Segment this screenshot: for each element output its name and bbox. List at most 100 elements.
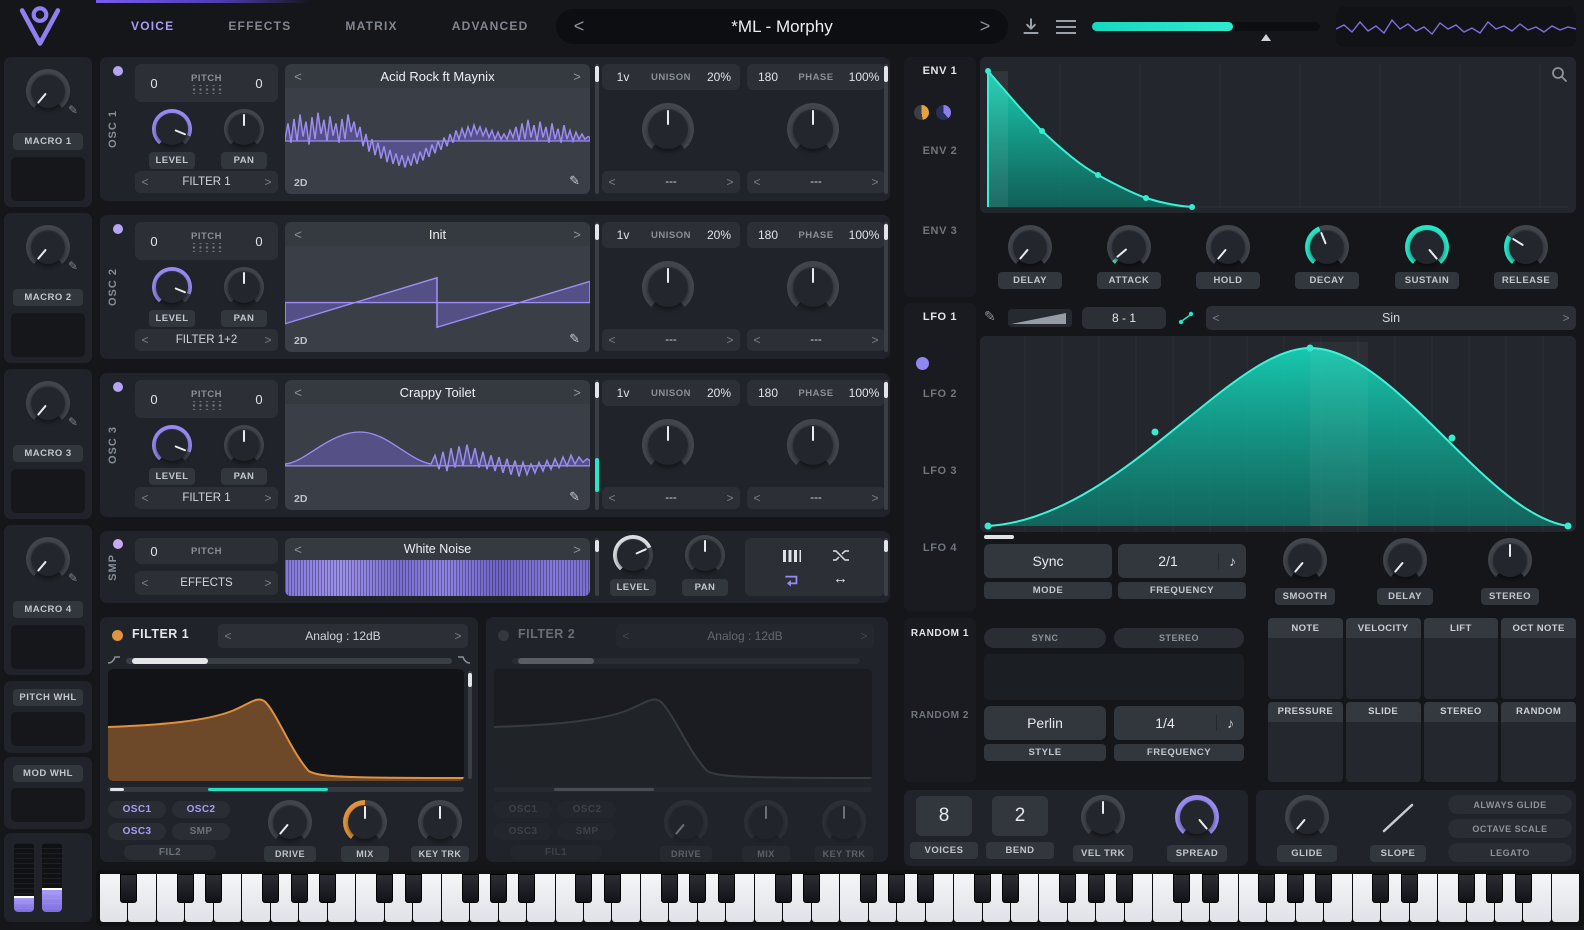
osc-1-pan-knob[interactable]	[224, 109, 264, 149]
osc-1-transpose[interactable]: 0	[135, 76, 173, 91]
filter-2-input-osc3[interactable]: OSC3	[494, 823, 552, 840]
loop-icon[interactable]	[782, 572, 802, 588]
random-stereo-toggle[interactable]: STEREO	[1114, 628, 1244, 648]
piano-key-black[interactable]	[888, 874, 906, 903]
lfo-smooth-knob[interactable]	[1283, 538, 1327, 582]
piano-key-black[interactable]	[205, 874, 223, 903]
osc-1-unison-detune[interactable]: 20%	[698, 70, 740, 84]
filter-1-input-osc3[interactable]: OSC3	[108, 823, 166, 840]
osc-1-phase-value[interactable]: 180	[747, 70, 789, 84]
volume-slider[interactable]	[1092, 22, 1320, 31]
osc-3-filter-route-selector[interactable]: < FILTER 1 >	[135, 487, 278, 509]
voices-value-box[interactable]: 8	[916, 796, 972, 836]
osc-1-tune[interactable]: 0	[240, 76, 278, 91]
piano-key-black[interactable]	[916, 874, 934, 903]
lfo-1-source-handle[interactable]	[916, 357, 929, 370]
always-glide-toggle[interactable]: ALWAYS GLIDE	[1448, 795, 1572, 814]
piano-key-black[interactable]	[717, 874, 735, 903]
osc-2-tune[interactable]: 0	[240, 234, 278, 249]
osc-3-phase-rand[interactable]: 100%	[843, 386, 885, 400]
shuffle-icon[interactable]	[831, 548, 851, 564]
env-sustain-knob[interactable]	[1405, 225, 1449, 269]
smp-sample-name[interactable]: White Noise	[311, 542, 564, 556]
piano-key-black[interactable]	[1116, 874, 1134, 903]
osc-2-pitch-box[interactable]: 0 PITCH 0	[135, 222, 278, 260]
osc-1-wave-selector[interactable]: < Acid Rock ft Maynix >	[285, 64, 590, 88]
osc-2-unison-knob[interactable]	[642, 261, 694, 313]
osc-2-stack-slider[interactable]	[884, 222, 888, 352]
random-display[interactable]	[984, 654, 1244, 700]
tab-env-1[interactable]: ENV 1	[904, 65, 976, 77]
random-frequency-box[interactable]: 1/4 ♪	[1114, 706, 1244, 740]
piano-key-black[interactable]	[1059, 874, 1077, 903]
tab-random-1[interactable]: RANDOM 1	[904, 628, 976, 639]
piano-key-black[interactable]	[774, 874, 792, 903]
random-style-box[interactable]: Perlin	[984, 706, 1106, 740]
env-attack-knob[interactable]	[1107, 225, 1151, 269]
osc-1-pitch-box[interactable]: 0 PITCH 0	[135, 64, 278, 102]
lfo-mode-box[interactable]: Sync	[984, 544, 1112, 578]
filter-2-keytrk-knob[interactable]	[822, 800, 866, 844]
mod-source-velocity[interactable]: VELOCITY	[1345, 618, 1421, 699]
osc-2-level-knob[interactable]	[152, 267, 192, 307]
tab-lfo-2[interactable]: LFO 2	[904, 388, 976, 400]
piano-key-black[interactable]	[575, 874, 593, 903]
osc-2-wave-name[interactable]: Init	[311, 227, 564, 242]
prev-arrow[interactable]: <	[135, 175, 155, 189]
osc-2-unison-dest-selector[interactable]: < --- >	[602, 329, 740, 351]
piano-key-black[interactable]	[489, 874, 507, 903]
macro-4-drag-area[interactable]	[11, 625, 85, 669]
lfo-smooth-widget[interactable]	[1008, 309, 1072, 327]
env-decay-knob[interactable]	[1305, 225, 1349, 269]
tab-matrix[interactable]: MATRIX	[318, 19, 424, 33]
glide-knob[interactable]	[1285, 795, 1329, 839]
mod-source-random[interactable]: RANDOM	[1501, 701, 1576, 782]
mod-wheel-drag-area[interactable]	[11, 788, 85, 822]
osc-2-unison-voices[interactable]: 1v	[602, 228, 644, 242]
piano-key-black[interactable]	[1286, 874, 1304, 903]
osc-2-wavetable-display[interactable]: < Init > 2D ✎	[285, 222, 590, 352]
osc-2-wave-selector[interactable]: < Init >	[285, 222, 590, 246]
osc-1-phase-knob[interactable]	[787, 103, 839, 155]
smp-sample-selector[interactable]: < White Noise >	[285, 538, 590, 560]
macro-2-edit-icon[interactable]: ✎	[68, 259, 78, 273]
piano-key-black[interactable]	[290, 874, 308, 903]
piano-key-black[interactable]	[262, 874, 280, 903]
tab-lfo-1[interactable]: LFO 1	[904, 311, 976, 323]
slope-widget[interactable]	[1376, 795, 1420, 839]
filter-1-input-osc2[interactable]: OSC2	[172, 801, 230, 818]
bounce-icon[interactable]: ↔	[833, 570, 848, 587]
osc-1-wave-name[interactable]: Acid Rock ft Maynix	[311, 69, 564, 84]
macro-3-knob[interactable]	[26, 381, 70, 425]
lfo-grid-range[interactable]: 8 - 1	[1082, 307, 1166, 329]
tab-env-2[interactable]: ENV 2	[904, 145, 976, 157]
osc-2-morph-slider[interactable]	[595, 222, 599, 352]
mod-source-slide[interactable]: SLIDE	[1345, 701, 1421, 782]
filter-2-input-smp[interactable]: SMP	[558, 823, 616, 840]
piano-key-white[interactable]	[1551, 874, 1581, 922]
piano-key-black[interactable]	[1002, 874, 1020, 903]
filter-1-blend-slider[interactable]	[126, 658, 452, 664]
osc-3-morph-slider[interactable]	[595, 380, 599, 510]
tab-env-3[interactable]: ENV 3	[904, 225, 976, 237]
filter-2-input-osc1[interactable]: OSC1	[494, 801, 552, 818]
lfo-frequency-box[interactable]: 2/1 ♪	[1118, 544, 1246, 578]
filter-1-input-smp[interactable]: SMP	[172, 823, 230, 840]
piano-key-black[interactable]	[1201, 874, 1219, 903]
osc-3-unison-voices[interactable]: 1v	[602, 386, 644, 400]
lfo-link-icon[interactable]	[1176, 308, 1196, 328]
volume-marker[interactable]	[1261, 34, 1271, 41]
macro-3-edit-icon[interactable]: ✎	[68, 415, 78, 429]
filter-1-response-display[interactable]	[108, 669, 464, 781]
tab-lfo-3[interactable]: LFO 3	[904, 465, 976, 477]
preset-next-arrow[interactable]: >	[962, 16, 1008, 37]
keytrack-icon[interactable]	[783, 550, 801, 562]
piano-key-black[interactable]	[176, 874, 194, 903]
osc-1-view-toggle[interactable]: 2D	[294, 177, 307, 189]
piano-key-black[interactable]	[689, 874, 707, 903]
mod-wheel[interactable]	[42, 843, 62, 912]
filter-2-link-fil1[interactable]: FIL1	[510, 845, 602, 860]
mod-source-stereo[interactable]: STEREO	[1423, 701, 1499, 782]
filter-1-drive-knob[interactable]	[268, 800, 312, 844]
piano-key-black[interactable]	[518, 874, 536, 903]
